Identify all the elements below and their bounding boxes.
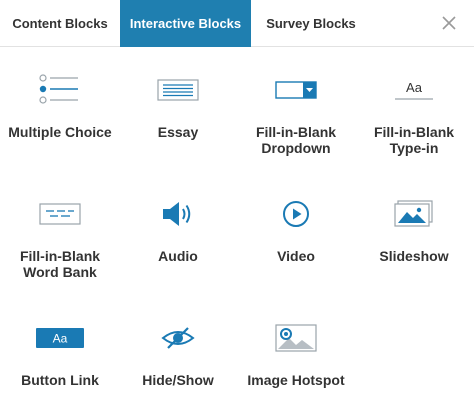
block-label: Audio [158, 248, 198, 264]
svg-text:Aa: Aa [406, 80, 423, 95]
block-label: Image Hotspot [247, 372, 345, 388]
block-label: Fill-in-Blank Type-in [373, 124, 455, 156]
play-icon [283, 201, 309, 227]
block-video[interactable]: Video [237, 194, 355, 264]
essay-icon [157, 79, 199, 101]
word-bank-icon [39, 203, 81, 225]
dropdown-icon [275, 81, 317, 99]
tab-content-blocks[interactable]: Content Blocks [0, 0, 120, 47]
block-multiple-choice[interactable]: Multiple Choice [1, 70, 119, 140]
svg-text:Aa: Aa [53, 332, 68, 346]
block-label: Fill-in-Blank Word Bank [19, 248, 101, 280]
button-icon: Aa [36, 328, 84, 348]
block-fill-in-blank-type-in[interactable]: Aa Fill-in-Blank Type-in [355, 70, 473, 156]
tab-interactive-blocks[interactable]: Interactive Blocks [120, 0, 251, 47]
block-label: Multiple Choice [8, 124, 112, 140]
block-label: Button Link [21, 372, 99, 388]
close-icon [442, 16, 456, 30]
block-label: Slideshow [379, 248, 449, 264]
block-essay[interactable]: Essay [119, 70, 237, 140]
slideshow-icon [394, 200, 433, 227]
blocks-grid: Multiple Choice Essay Fill-in-Blank Drop… [0, 48, 474, 420]
eye-icon [161, 327, 195, 349]
block-label: Video [277, 248, 315, 264]
block-image-hotspot[interactable]: Image Hotspot [237, 318, 355, 388]
tab-survey-blocks[interactable]: Survey Blocks [251, 0, 371, 47]
tab-bar: Content Blocks Interactive Blocks Survey… [0, 0, 474, 47]
block-audio[interactable]: Audio [119, 194, 237, 264]
block-fill-in-blank-word-bank[interactable]: Fill-in-Blank Word Bank [1, 194, 119, 280]
block-label: Hide/Show [142, 372, 214, 388]
multiple-choice-icon [39, 74, 78, 104]
block-button-link[interactable]: Aa Button Link [1, 318, 119, 388]
block-slideshow[interactable]: Slideshow [355, 194, 473, 264]
block-label: Fill-in-Blank Dropdown [255, 124, 337, 156]
block-label: Essay [157, 124, 199, 140]
block-fill-in-blank-dropdown[interactable]: Fill-in-Blank Dropdown [237, 70, 355, 156]
image-hotspot-icon [275, 324, 317, 352]
speaker-icon [163, 202, 191, 226]
type-in-icon: Aa [395, 80, 433, 100]
block-hide-show[interactable]: Hide/Show [119, 318, 237, 388]
close-button[interactable] [438, 12, 460, 34]
